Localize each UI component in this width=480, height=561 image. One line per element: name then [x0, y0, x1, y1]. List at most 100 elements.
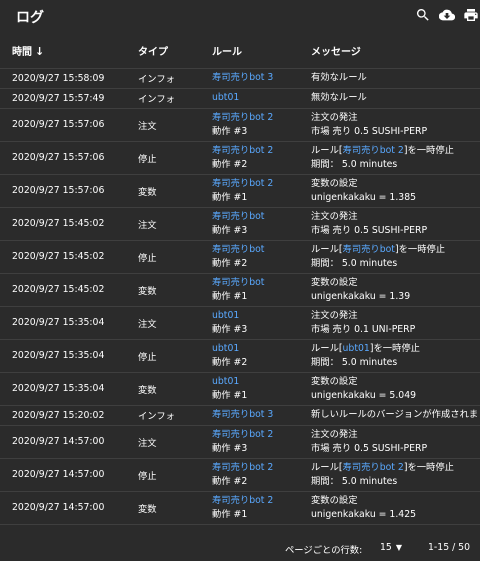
message-rule-link[interactable]: 寿司売りbot 2 — [343, 145, 404, 156]
message-rule-link[interactable]: 寿司売りbot 2 — [343, 462, 404, 473]
action-label: 動作 #2 — [212, 257, 248, 269]
cell-rule: 寿司売りbot 3 — [212, 68, 311, 89]
message-line1: 変数の設定 — [311, 276, 358, 288]
cell-time: 2020/9/27 15:57:06 — [0, 174, 138, 208]
table-row: 2020/9/27 14:57:00 変数 寿司売りbot 2 動作 #1 変数の設定 u… — [0, 491, 480, 525]
pagination: ページごとの行数: 15 ▼ 1-15 / 50 — [0, 538, 480, 561]
cell-message: 新しいルールのバージョンが作成されました — [311, 405, 480, 426]
rule-link[interactable]: 寿司売りbot 2 — [212, 177, 311, 191]
cell-message: 変数の設定 unigenkakaku = 1.39 — [311, 273, 480, 307]
cell-rule: 寿司売りbot 2 動作 #3 — [212, 425, 311, 459]
cell-type: 停止 — [138, 141, 212, 175]
message-line1: 変数の設定 — [311, 177, 358, 189]
toolbar: ログ — [0, 0, 480, 34]
action-label: 動作 #3 — [212, 125, 248, 137]
rule-link[interactable]: 寿司売りbot 2 — [212, 144, 311, 158]
message-line2: unigenkakaku = 1.425 — [311, 508, 417, 520]
table-row: 2020/9/27 15:58:09 インフォ 寿司売りbot 3 有効なルール — [0, 68, 480, 89]
message-suffix: ]を一時停止 — [403, 144, 454, 156]
download-icon[interactable] — [438, 6, 456, 24]
print-icon[interactable] — [462, 6, 480, 24]
message-line1: 無効なルール — [311, 92, 367, 103]
message-line2: 市場 売り 0.5 SUSHI-PERP — [311, 125, 428, 137]
message-line2: 期間： 5.0 minutes — [311, 257, 398, 269]
cell-message: 注文の発注市場 売り 0.5 SUSHI-PERP — [311, 207, 480, 241]
cell-message: ルール[寿司売りbot 2]を一時停止 期間： 5.0 minutes — [311, 458, 480, 492]
message-line1: 注文の発注 — [311, 210, 358, 222]
message-line2: 市場 売り 0.5 SUSHI-PERP — [311, 224, 428, 236]
table-row: 2020/9/27 14:57:00 停止 寿司売りbot 2 動作 #2 ルール[寿司… — [0, 458, 480, 492]
cell-time: 2020/9/27 15:35:04 — [0, 372, 138, 406]
cell-message: 無効なルール — [311, 88, 480, 109]
message-line1: 変数の設定 — [311, 494, 358, 506]
rule-link[interactable]: 寿司売りbot — [212, 276, 311, 290]
cell-type: 変数 — [138, 372, 212, 406]
message-rule-link[interactable]: 寿司売りbot — [343, 244, 395, 255]
log-table: 時間 ↓ タイプ ルール メッセージ 2020/9/27 15:58:09 インフォ… — [0, 34, 480, 525]
cell-type: 変数 — [138, 491, 212, 525]
table-row: 2020/9/27 15:57:06 停止 寿司売りbot 2 動作 #2 ルール[寿司… — [0, 141, 480, 175]
rows-per-page-value: 15 — [380, 542, 392, 553]
rule-link[interactable]: ubt01 — [212, 375, 311, 389]
rule-link[interactable]: 寿司売りbot — [212, 243, 311, 257]
message-rule-link[interactable]: ubt01 — [343, 343, 370, 354]
rule-link[interactable]: 寿司売りbot — [212, 210, 311, 224]
message-line2: 期間： 5.0 minutes — [311, 158, 398, 170]
cell-rule: 寿司売りbot 3 — [212, 405, 311, 426]
message-line1: ルール[ubt01]を一時停止 — [311, 342, 480, 356]
cell-rule: 寿司売りbot 2 動作 #3 — [212, 108, 311, 142]
message-prefix: ルール[ — [311, 342, 343, 354]
cell-rule: 寿司売りbot 2 動作 #1 — [212, 174, 311, 208]
cell-time: 2020/9/27 15:45:02 — [0, 207, 138, 241]
table-row: 2020/9/27 15:57:06 変数 寿司売りbot 2 動作 #1 変数の設定 u… — [0, 174, 480, 208]
rule-link[interactable]: ubt01 — [212, 91, 311, 105]
column-header-time[interactable]: 時間 ↓ — [0, 34, 138, 69]
column-header-rule[interactable]: ルール — [212, 34, 311, 69]
page-title: ログ — [16, 10, 44, 26]
cell-type: インフォ — [138, 405, 212, 426]
message-prefix: ルール[ — [311, 461, 343, 473]
message-line1: ルール[寿司売りbot 2]を一時停止 — [311, 461, 480, 475]
message-prefix: ルール[ — [311, 144, 343, 156]
rule-link[interactable]: ubt01 — [212, 309, 311, 323]
sort-arrow-icon[interactable]: ↓ — [35, 45, 44, 58]
search-icon[interactable] — [414, 6, 432, 24]
message-line1: 注文の発注 — [311, 309, 358, 321]
rule-link[interactable]: 寿司売りbot 3 — [212, 71, 311, 85]
cell-time: 2020/9/27 15:57:49 — [0, 88, 138, 109]
cell-rule: ubt01 動作 #1 — [212, 372, 311, 406]
column-header-type[interactable]: タイプ — [138, 34, 212, 69]
message-line2: 市場 売り 0.5 SUSHI-PERP — [311, 442, 428, 454]
rule-link[interactable]: 寿司売りbot 2 — [212, 111, 311, 125]
cell-type: 注文 — [138, 108, 212, 142]
cell-type: インフォ — [138, 88, 212, 109]
message-line2: 期間： 5.0 minutes — [311, 475, 398, 487]
action-label: 動作 #1 — [212, 508, 248, 520]
column-header-message[interactable]: メッセージ — [311, 34, 480, 69]
cell-type: 停止 — [138, 240, 212, 274]
cell-type: 変数 — [138, 273, 212, 307]
chevron-down-icon: ▼ — [395, 543, 402, 552]
action-label: 動作 #3 — [212, 442, 248, 454]
rule-link[interactable]: 寿司売りbot 2 — [212, 428, 311, 442]
rule-link[interactable]: ubt01 — [212, 342, 311, 356]
cell-message: 変数の設定 unigenkakaku = 1.385 — [311, 174, 480, 208]
cell-time: 2020/9/27 15:57:06 — [0, 141, 138, 175]
action-label: 動作 #1 — [212, 191, 248, 203]
table-row: 2020/9/27 15:35:04 変数 ubt01 動作 #1 変数の設定 unige… — [0, 372, 480, 406]
table-row: 2020/9/27 15:57:06 注文 寿司売りbot 2 動作 #3 注文の発注市… — [0, 108, 480, 142]
rule-link[interactable]: 寿司売りbot 3 — [212, 408, 311, 422]
cell-message: ルール[ubt01]を一時停止 期間： 5.0 minutes — [311, 339, 480, 373]
table-header-row: 時間 ↓ タイプ ルール メッセージ — [0, 34, 480, 69]
action-label: 動作 #3 — [212, 224, 248, 236]
cell-time: 2020/9/27 15:45:02 — [0, 240, 138, 274]
action-label: 動作 #1 — [212, 389, 248, 401]
cell-message: 変数の設定 unigenkakaku = 5.049 — [311, 372, 480, 406]
rule-link[interactable]: 寿司売りbot 2 — [212, 494, 311, 508]
message-line1: ルール[寿司売りbot 2]を一時停止 — [311, 144, 480, 158]
table-row: 2020/9/27 15:45:02 停止 寿司売りbot 動作 #2 ルール[寿司売り… — [0, 240, 480, 274]
table-row: 2020/9/27 15:45:02 注文 寿司売りbot 動作 #3 注文の発注 市場 … — [0, 207, 480, 241]
rule-link[interactable]: 寿司売りbot 2 — [212, 461, 311, 475]
rows-per-page-select[interactable]: 15 ▼ — [380, 542, 402, 553]
toolbar-actions — [414, 6, 480, 24]
